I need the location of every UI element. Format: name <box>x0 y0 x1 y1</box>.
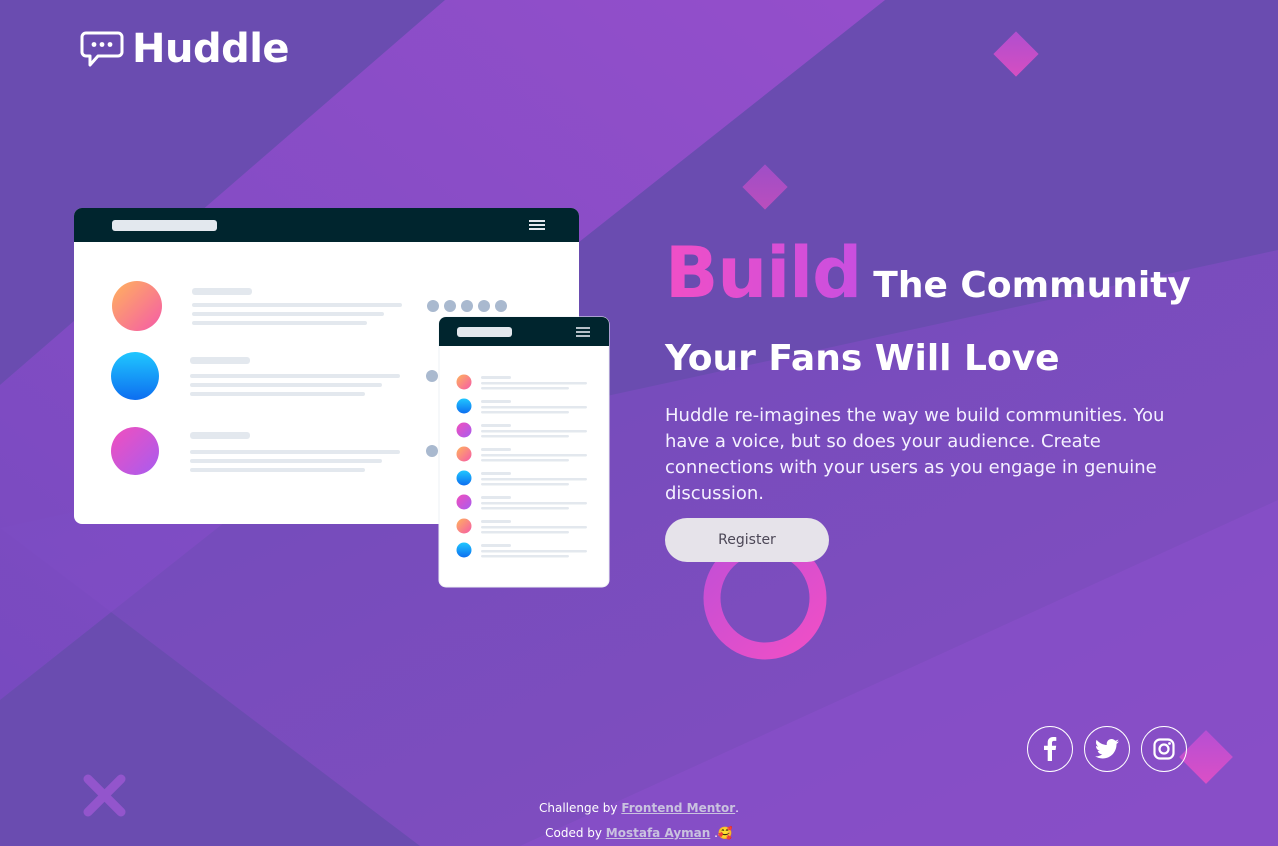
twitter-icon <box>1095 739 1119 759</box>
diamond-decoration <box>993 31 1039 77</box>
diamond-decoration <box>742 164 788 210</box>
coder-credit: Coded by Mostafa Ayman .🥰 <box>545 826 733 840</box>
facebook-icon <box>1044 737 1057 761</box>
attribution: Challenge by Frontend Mentor. Coded by M… <box>0 796 1278 846</box>
challenge-credit: Challenge by Frontend Mentor. <box>538 801 739 815</box>
register-button[interactable]: Register <box>665 518 829 562</box>
smiling-face-emoji: 🥰 <box>717 826 733 840</box>
headline-rest: The Community <box>873 265 1191 306</box>
facebook-link[interactable] <box>1027 726 1073 772</box>
hero-headline: Build The Community <box>665 232 1225 314</box>
twitter-link[interactable] <box>1084 726 1130 772</box>
app-mockup-illustration <box>74 208 610 588</box>
hero-description: Huddle re-imagines the way we build comm… <box>665 405 1165 504</box>
instagram-icon <box>1153 738 1175 760</box>
headline-line-two: Your Fans Will Love <box>665 338 1060 379</box>
social-links <box>1027 726 1187 772</box>
hero-section: Build The Community Your Fans Will Love … <box>665 232 1225 507</box>
frontend-mentor-link[interactable]: Frontend Mentor <box>621 801 735 815</box>
author-link[interactable]: Mostafa Ayman <box>606 826 710 840</box>
headline-accent: Build <box>665 232 862 314</box>
brand-logo[interactable]: Huddle <box>80 26 290 72</box>
brand-name: Huddle <box>132 26 290 72</box>
instagram-link[interactable] <box>1141 726 1187 772</box>
chat-bubble-icon <box>80 31 124 67</box>
